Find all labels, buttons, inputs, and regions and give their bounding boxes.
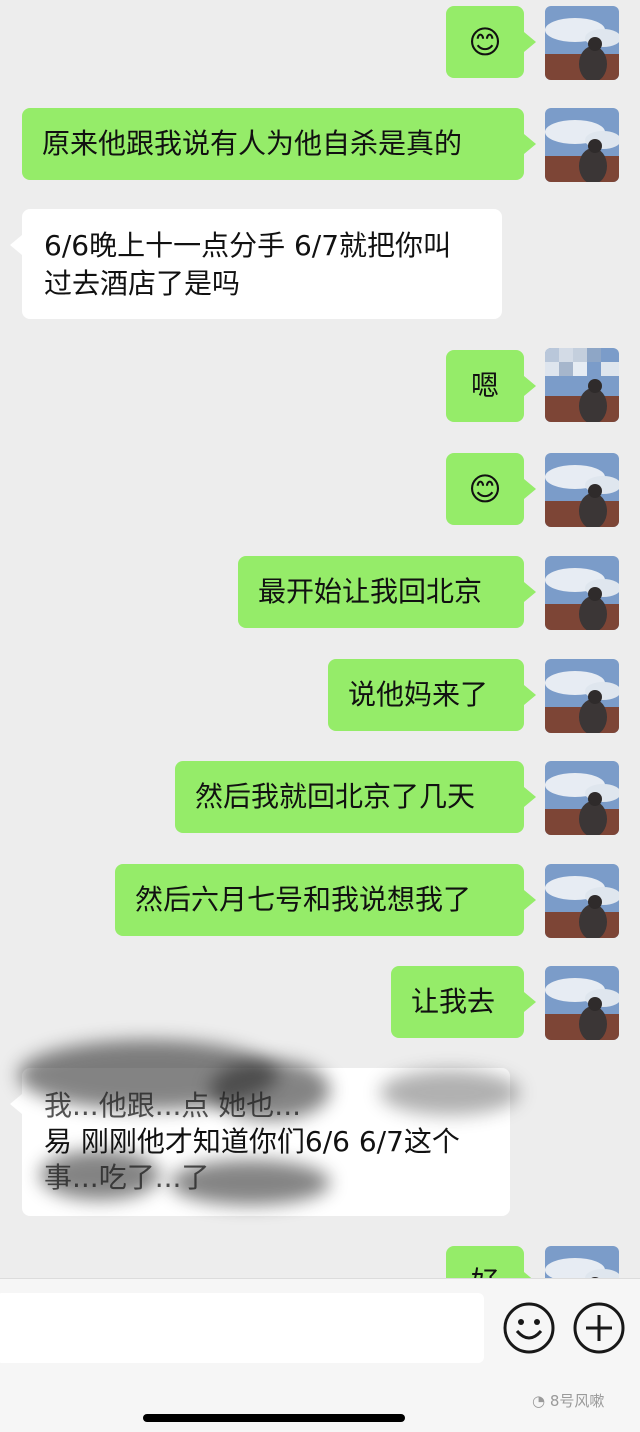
message-line: 过去酒店了是吗 — [44, 267, 241, 300]
home-indicator — [143, 1414, 405, 1422]
redaction-blur — [210, 1060, 330, 1120]
user-avatar[interactable] — [545, 864, 619, 938]
user-avatar[interactable] — [545, 966, 619, 1040]
avatar-photo — [545, 966, 619, 1040]
message-bubble-outgoing[interactable]: 嗯 — [446, 350, 536, 422]
redaction-blur — [170, 1160, 330, 1205]
user-avatar[interactable] — [545, 659, 619, 733]
message-bubble-outgoing[interactable]: 原来他跟我说有人为他自杀是真的 — [22, 108, 536, 180]
plus-circle-icon[interactable] — [572, 1301, 626, 1355]
avatar-photo — [545, 556, 619, 630]
avatar-photo — [545, 864, 619, 938]
redaction-blur — [380, 1070, 520, 1115]
user-avatar[interactable] — [545, 761, 619, 835]
message-bubble-outgoing[interactable]: 😊 — [446, 453, 536, 525]
message-bubble-outgoing[interactable]: 好 — [446, 1246, 536, 1278]
watermark-text: 8号风嗽 — [549, 1392, 605, 1410]
user-avatar[interactable] — [545, 6, 619, 80]
avatar-photo — [545, 6, 619, 80]
emoji-icon[interactable] — [502, 1301, 556, 1355]
user-avatar[interactable] — [545, 108, 619, 182]
avatar-photo — [545, 659, 619, 733]
user-avatar[interactable] — [545, 556, 619, 630]
message-bubble-incoming[interactable]: 6/6晚上十一点分手 6/7就把你叫 过去酒店了是吗 — [10, 209, 502, 319]
watermark: ◔ 8号风嗽 — [532, 1390, 604, 1411]
user-avatar[interactable] — [545, 453, 619, 527]
chat-area[interactable]: 😊 原来他跟我说有人为他自杀是真的 6/6晚上十一点分手 6/7就把你叫 过去酒… — [0, 0, 640, 1278]
wechat-icon: ◔ — [532, 1392, 550, 1410]
message-bubble-outgoing[interactable]: 然后六月七号和我说想我了 — [115, 864, 536, 936]
avatar-photo — [545, 108, 619, 182]
avatar-photo — [545, 1246, 619, 1278]
redaction-blur — [40, 1150, 160, 1200]
message-input[interactable] — [0, 1293, 484, 1363]
avatar-photo — [545, 453, 619, 527]
message-bubble-outgoing[interactable]: 然后我就回北京了几天 — [175, 761, 536, 833]
message-bubble-outgoing[interactable]: 说他妈来了 — [328, 659, 536, 731]
message-bubble-outgoing[interactable]: 让我去 — [391, 966, 536, 1038]
user-avatar-pixelated[interactable] — [545, 348, 619, 422]
message-bubble-outgoing[interactable]: 😊 — [446, 6, 536, 78]
avatar-photo — [545, 761, 619, 835]
user-avatar[interactable] — [545, 1246, 619, 1278]
message-line: 6/6晚上十一点分手 6/7就把你叫 — [44, 229, 452, 262]
avatar-photo — [545, 348, 619, 422]
message-bubble-outgoing[interactable]: 最开始让我回北京 — [238, 556, 536, 628]
